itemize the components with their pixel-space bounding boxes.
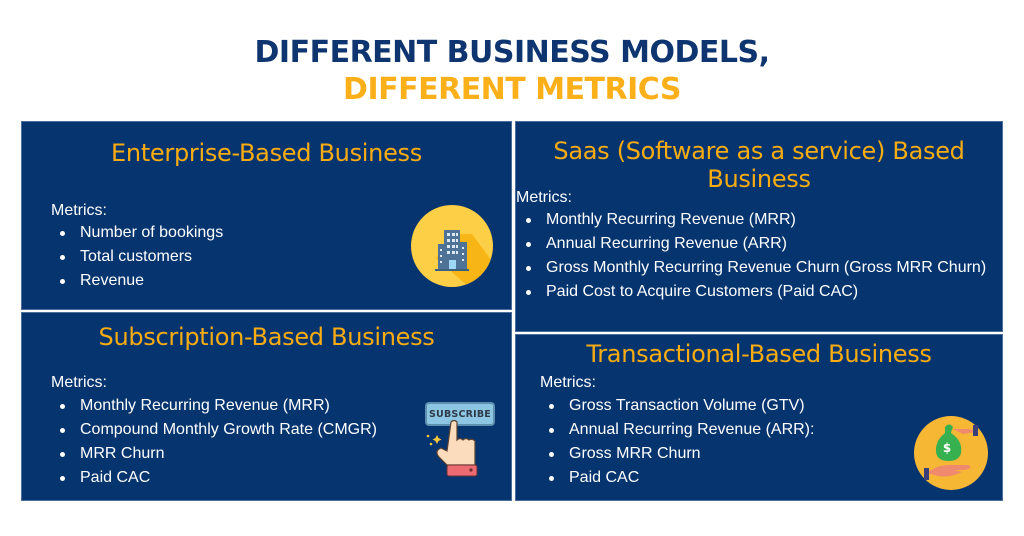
title-line-1: DIFFERENT BUSINESS MODELS, [254,35,770,70]
page-title: DIFFERENT BUSINESS MODELS, DIFFERENT MET… [0,34,1024,108]
list-item: Compound Monthly Growth Rate (CMGR) [51,418,377,442]
panel-subscription: Subscription-Based Business Metrics: Mon… [22,313,511,500]
list-item: Paid CAC [540,466,814,490]
list-item: Paid Cost to Acquire Customers (Paid CAC… [517,280,986,304]
panel-heading: Transactional-Based Business [586,340,932,368]
panel-heading: Enterprise-Based Business [111,139,422,167]
list-item: Revenue [51,269,223,293]
list-item: Number of bookings [51,221,223,245]
metrics-label: Metrics: [540,374,596,391]
metrics-label: Metrics: [51,374,107,391]
list-item: MRR Churn [51,442,377,466]
metrics-list: Gross Transaction Volume (GTV) Annual Re… [540,394,814,490]
metrics-list: Monthly Recurring Revenue (MRR) Annual R… [517,208,986,304]
metrics-label: Metrics: [516,189,572,206]
office-building-icon [411,205,493,287]
panel-enterprise: Enterprise-Based Business Metrics: Numbe… [22,122,511,309]
pointing-hand-icon [426,419,478,477]
list-item: Paid CAC [51,466,377,490]
list-item: Annual Recurring Revenue (ARR): [540,418,814,442]
dollar-sign: $ [943,441,951,455]
list-item: Monthly Recurring Revenue (MRR) [517,208,986,232]
title-line-2: DIFFERENT METRICS [343,72,681,107]
metrics-list: Monthly Recurring Revenue (MRR) Compound… [51,394,377,490]
panel-heading: Subscription-Based Business [98,323,435,351]
list-item: Gross MRR Churn [540,442,814,466]
subscribe-button-icon: SUBSCRIBE [423,402,499,482]
metrics-list: Number of bookings Total customers Reven… [51,221,223,293]
list-item: Monthly Recurring Revenue (MRR) [51,394,377,418]
metrics-label: Metrics: [51,202,107,219]
money-bag-exchange-icon: $ [914,416,988,490]
panel-heading: Saas (Software as a service) Based Busin… [553,137,965,193]
list-item: Gross Transaction Volume (GTV) [540,394,814,418]
panel-transactional: Transactional-Based Business Metrics: Gr… [516,335,1002,500]
panel-saas: Saas (Software as a service) Based Busin… [516,122,1002,331]
list-item: Gross Monthly Recurring Revenue Churn (G… [517,256,986,280]
list-item: Annual Recurring Revenue (ARR) [517,232,986,256]
list-item: Total customers [51,245,223,269]
